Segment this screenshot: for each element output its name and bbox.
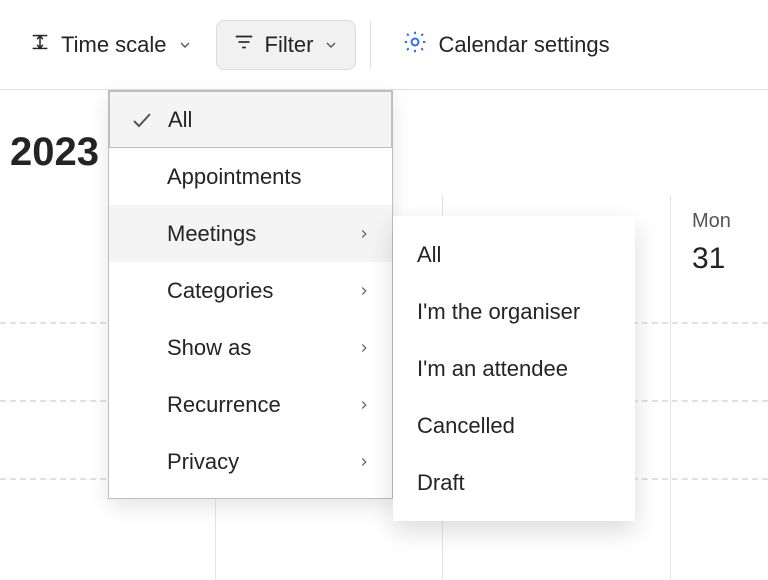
filter-item-privacy[interactable]: Privacy bbox=[109, 433, 392, 490]
gear-icon bbox=[402, 29, 428, 61]
filter-item-label: Show as bbox=[167, 335, 342, 361]
submenu-item-label: I'm the organiser bbox=[417, 299, 580, 325]
meetings-sub-draft[interactable]: Draft bbox=[393, 454, 635, 511]
filter-item-label: Categories bbox=[167, 278, 342, 304]
chevron-right-icon bbox=[354, 284, 374, 298]
meetings-sub-attendee[interactable]: I'm an attendee bbox=[393, 340, 635, 397]
submenu-item-label: Draft bbox=[417, 470, 465, 496]
meetings-sub-cancelled[interactable]: Cancelled bbox=[393, 397, 635, 454]
day-number: 31 bbox=[692, 242, 725, 276]
check-icon bbox=[128, 108, 156, 132]
chevron-right-icon bbox=[354, 455, 374, 469]
year-label: 2023 bbox=[0, 130, 99, 175]
filter-item-label: Appointments bbox=[167, 164, 374, 190]
filter-item-all[interactable]: All bbox=[109, 91, 392, 148]
filter-label: Filter bbox=[265, 32, 314, 58]
time-scale-label: Time scale bbox=[61, 32, 167, 58]
calendar-settings-label: Calendar settings bbox=[438, 32, 609, 58]
chevron-down-icon bbox=[177, 37, 193, 53]
filter-item-label: Meetings bbox=[167, 221, 342, 247]
meetings-sub-all[interactable]: All bbox=[393, 226, 635, 283]
filter-menu: All Appointments Meetings Categories Sho… bbox=[108, 90, 393, 499]
column-divider bbox=[670, 195, 671, 580]
submenu-item-label: Cancelled bbox=[417, 413, 515, 439]
submenu-item-label: All bbox=[417, 242, 441, 268]
toolbar: Time scale Filter bbox=[0, 0, 768, 90]
day-name: Mon bbox=[692, 210, 731, 233]
submenu-item-label: I'm an attendee bbox=[417, 356, 568, 382]
meetings-submenu: All I'm the organiser I'm an attendee Ca… bbox=[393, 216, 635, 521]
filter-item-label: Privacy bbox=[167, 449, 342, 475]
time-scale-button[interactable]: Time scale bbox=[12, 20, 210, 70]
calendar-settings-button[interactable]: Calendar settings bbox=[385, 18, 626, 72]
filter-item-meetings[interactable]: Meetings bbox=[109, 205, 392, 262]
chevron-right-icon bbox=[354, 227, 374, 241]
filter-item-label: Recurrence bbox=[167, 392, 342, 418]
filter-item-label: All bbox=[168, 107, 373, 133]
filter-item-show-as[interactable]: Show as bbox=[109, 319, 392, 376]
filter-item-categories[interactable]: Categories bbox=[109, 262, 392, 319]
chevron-right-icon bbox=[354, 341, 374, 355]
time-scale-icon bbox=[29, 31, 51, 59]
filter-button[interactable]: Filter bbox=[216, 20, 357, 70]
meetings-sub-organiser[interactable]: I'm the organiser bbox=[393, 283, 635, 340]
chevron-down-icon bbox=[323, 37, 339, 53]
filter-icon bbox=[233, 31, 255, 59]
chevron-right-icon bbox=[354, 398, 374, 412]
toolbar-divider bbox=[370, 21, 371, 69]
filter-item-appointments[interactable]: Appointments bbox=[109, 148, 392, 205]
filter-item-recurrence[interactable]: Recurrence bbox=[109, 376, 392, 433]
